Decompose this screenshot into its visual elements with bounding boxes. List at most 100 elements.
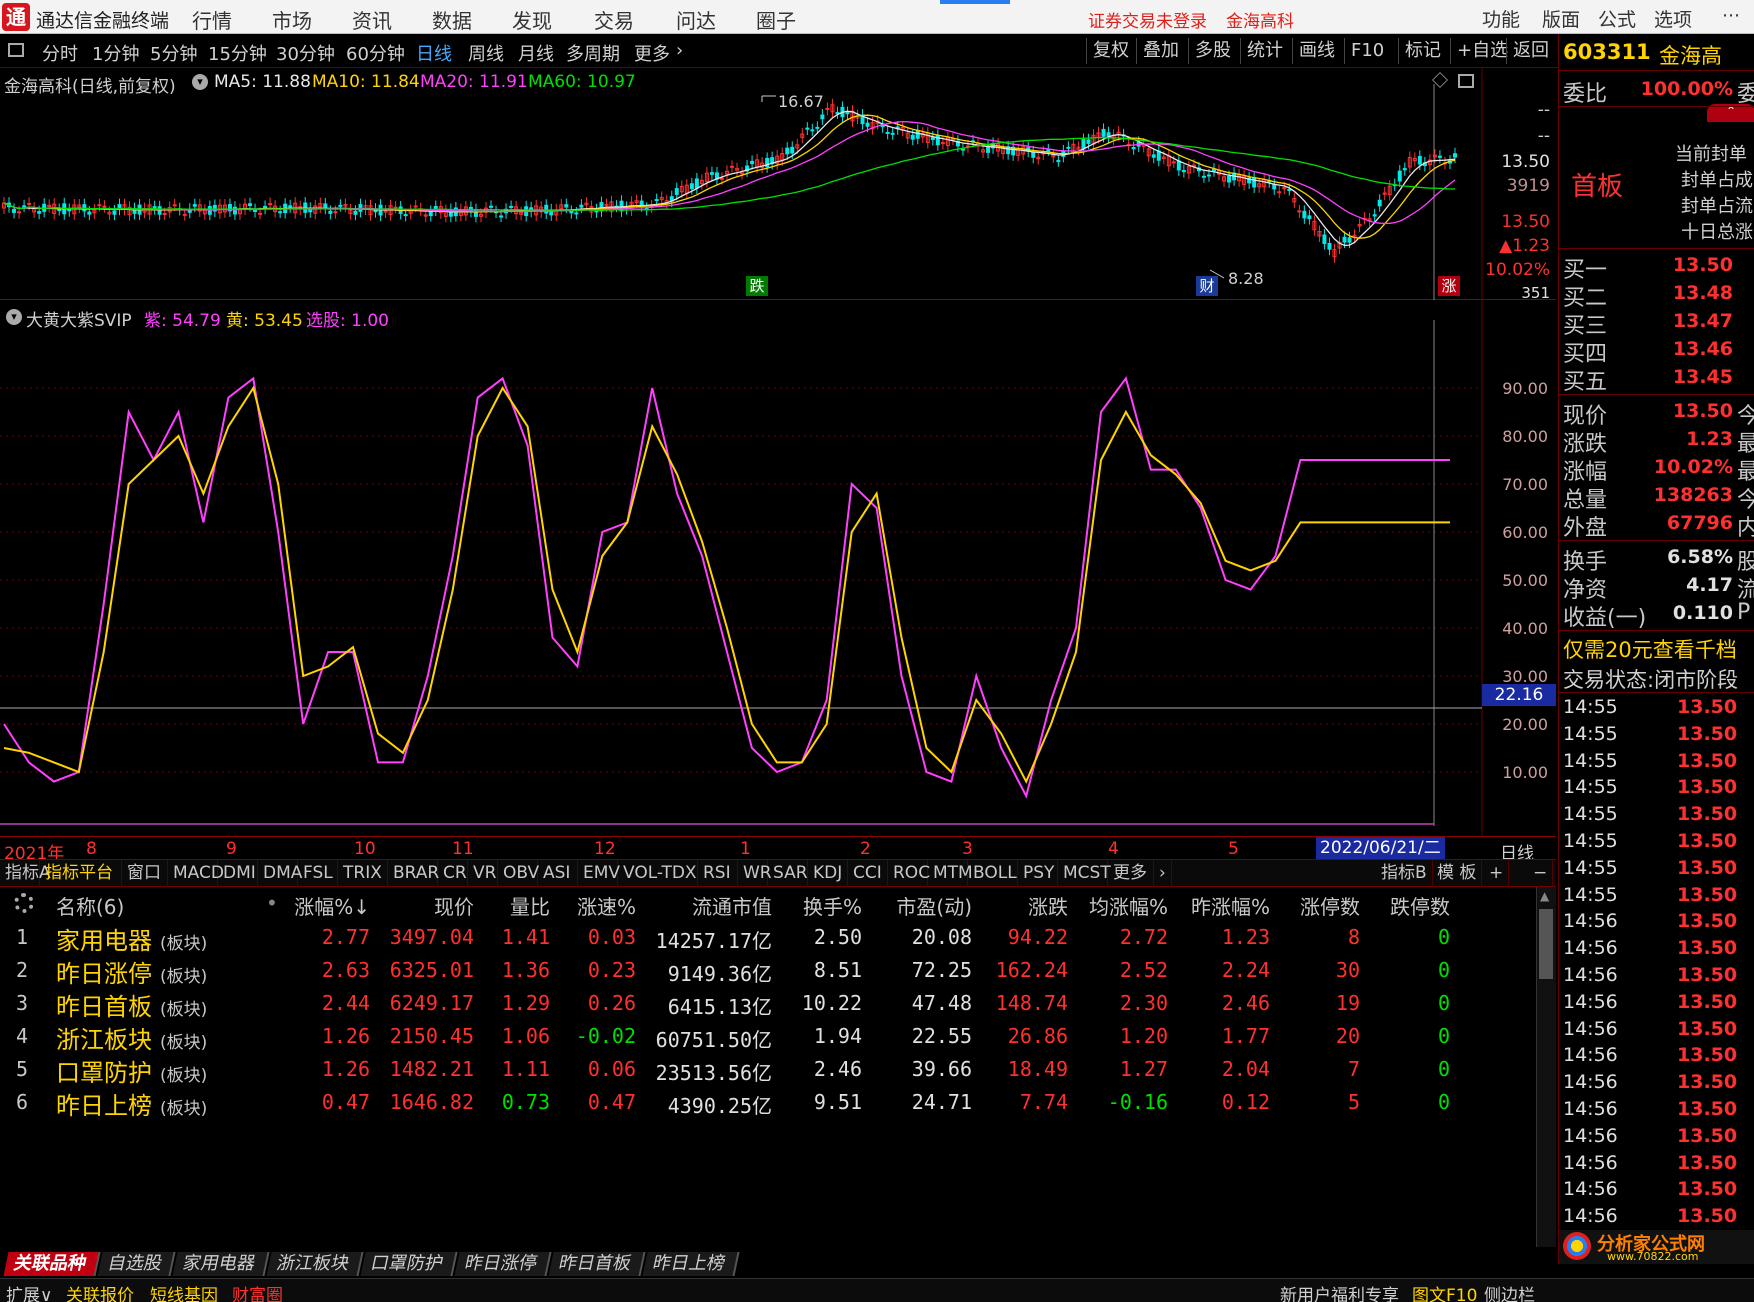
period-fenshi[interactable]: 分时 [42, 40, 78, 66]
tool-add-watchlist[interactable]: +自选 [1450, 38, 1514, 64]
indicator-tab-2[interactable]: 窗口 [122, 860, 168, 887]
indicator-tab-0[interactable]: 指标A [0, 860, 51, 887]
menu-wenda[interactable]: 问达 [676, 5, 716, 34]
tool-f10[interactable]: F10 [1344, 38, 1390, 64]
menu-faxian[interactable]: 发现 [512, 5, 552, 34]
indicator-tab-13[interactable]: EMV [578, 860, 620, 887]
header-col-3[interactable]: 涨速% [516, 891, 636, 920]
indicator-tab-11[interactable]: OBV [498, 860, 539, 887]
status-f10[interactable]: 图文F10 [1412, 1281, 1477, 1302]
row-name[interactable]: 昨日首板 [56, 987, 152, 1022]
status-expand[interactable]: 扩展∨ [6, 1281, 52, 1302]
indicator-tab-7[interactable]: TRIX [338, 860, 388, 887]
indicator-tab-4[interactable]: DMI [218, 860, 258, 887]
indicator-tab-16[interactable]: WR [738, 860, 772, 887]
status-related-quotes[interactable]: 关联报价 [66, 1281, 134, 1302]
indicator-tab-10[interactable]: VR [468, 860, 498, 887]
indicator-tab-21[interactable]: MTM [928, 860, 973, 887]
window-controls-icon[interactable]: ⋯ [1708, 0, 1754, 34]
period-1min[interactable]: 1分钟 [92, 40, 139, 66]
period-weekly[interactable]: 周线 [468, 40, 504, 66]
indicator-tab-3[interactable]: MACD [168, 860, 224, 887]
menu-hangqing[interactable]: 行情 [192, 5, 232, 34]
indicator-tab-17[interactable]: SAR [768, 860, 808, 887]
header-name[interactable]: 名称(6) [56, 891, 124, 920]
row-name[interactable]: 昨日涨停 [56, 954, 152, 989]
indicator-right-tab-1[interactable]: 模 板 [1432, 860, 1483, 887]
row-name[interactable]: 昨日上榜 [56, 1086, 152, 1121]
tool-back[interactable]: 返回 [1506, 38, 1555, 64]
menu-shuju[interactable]: 数据 [432, 5, 472, 34]
tab-scroll-right-icon[interactable]: › [1154, 860, 1172, 887]
table-row[interactable]: 3 昨日首板 (板块) 2.44 6249.17 1.29 0.26 6415.13亿 10.2… [0, 987, 1536, 1022]
period-daily[interactable]: 日线 [416, 40, 452, 66]
period-monthly[interactable]: 月线 [518, 40, 554, 66]
status-wealth-circle[interactable]: 财富圈 [232, 1281, 283, 1302]
table-row[interactable]: 2 昨日涨停 (板块) 2.63 6325.01 1.36 0.23 9149.36亿 8.51… [0, 954, 1536, 989]
tool-biaoji[interactable]: 标记 [1398, 38, 1447, 64]
indicator-tab-15[interactable]: RSI [698, 860, 738, 887]
bottom-tab-7[interactable]: 昨日上榜 [642, 1252, 740, 1276]
tool-diejia[interactable]: 叠加 [1136, 38, 1185, 64]
chevron-right-icon[interactable]: › [676, 40, 683, 61]
event-marker-finance[interactable]: 财 [1196, 276, 1218, 296]
table-scrollbar[interactable]: ▲ [1536, 887, 1556, 1247]
indicator-tab-8[interactable]: BRAR [388, 860, 439, 887]
indicator-tab-25[interactable]: 更多 [1108, 860, 1154, 887]
indicator-tab-23[interactable]: PSY [1018, 860, 1058, 887]
scroll-up-icon[interactable]: ▲ [1540, 889, 1549, 903]
status-sidebar[interactable]: 侧边栏 [1484, 1281, 1535, 1302]
indicator-tab-1[interactable]: 指标平台 [40, 860, 122, 887]
indicator-tab-19[interactable]: CCI [848, 860, 888, 887]
header-col-0[interactable]: 涨幅%↓ [250, 891, 370, 920]
menu-xuanxiang[interactable]: 选项 [1654, 5, 1692, 32]
header-col-5[interactable]: 换手% [742, 891, 862, 920]
indicator-tab-12[interactable]: ASI [538, 860, 578, 887]
row-name[interactable]: 家用电器 [56, 921, 152, 956]
tool-tongji[interactable]: 统计 [1240, 38, 1289, 64]
period-5min[interactable]: 5分钟 [150, 40, 197, 66]
event-marker-up[interactable]: 涨 [1438, 276, 1460, 296]
menu-jiaoyi[interactable]: 交易 [594, 5, 634, 34]
bottom-tab-0[interactable]: 关联品种 [3, 1252, 101, 1276]
table-row[interactable]: 5 口罩防护 (板块) 1.26 1482.21 1.11 0.06 23513.56亿 2.4… [0, 1053, 1536, 1088]
indicator-tab-20[interactable]: ROC [888, 860, 930, 887]
menu-quanzi[interactable]: 圈子 [756, 5, 796, 34]
login-warning[interactable]: 证券交易未登录 [1088, 7, 1207, 32]
bottom-tab-1[interactable]: 自选股 [97, 1252, 176, 1276]
indicator-tab-6[interactable]: FSL [298, 860, 338, 887]
menu-zixun[interactable]: 资讯 [352, 5, 392, 34]
indicator-tab-24[interactable]: MCST [1058, 860, 1111, 887]
promo-link[interactable]: 仅需20元查看千档 [1563, 634, 1737, 664]
period-60min[interactable]: 60分钟 [346, 40, 405, 66]
table-row[interactable]: 1 家用电器 (板块) 2.77 3497.04 1.41 0.03 14257.17亿 2.5… [0, 921, 1536, 956]
period-30min[interactable]: 30分钟 [276, 40, 335, 66]
bottom-tab-6[interactable]: 昨日首板 [548, 1252, 646, 1276]
bottom-tab-2[interactable]: 家用电器 [172, 1252, 270, 1276]
table-row[interactable]: 4 浙江板块 (板块) 1.26 2150.45 1.06 -0.02 60751.50亿 1.… [0, 1020, 1536, 1055]
indicator-tab-9[interactable]: CR [438, 860, 468, 887]
menu-shichang[interactable]: 市场 [272, 5, 312, 34]
period-more[interactable]: 更多 [634, 40, 670, 66]
row-name[interactable]: 口罩防护 [56, 1053, 152, 1088]
price-chart-svg[interactable]: 16.67 8.28 [0, 68, 1556, 300]
event-marker-down[interactable]: 跌 [746, 276, 768, 296]
bottom-tab-5[interactable]: 昨日涨停 [454, 1252, 552, 1276]
panel-toggle-icon[interactable] [8, 43, 24, 57]
bottom-tab-3[interactable]: 浙江板块 [266, 1252, 364, 1276]
indicator-right-tab-0[interactable]: 指标B [1376, 860, 1433, 887]
status-new-user[interactable]: 新用户福利专享 [1280, 1281, 1399, 1302]
indicator-right-tab-3[interactable]: − [1528, 860, 1554, 887]
indicator-tab-22[interactable]: BOLL [968, 860, 1018, 887]
indicator-right-tab-2[interactable]: + [1484, 860, 1510, 887]
indicator-tab-18[interactable]: KDJ [808, 860, 848, 887]
header-col-11[interactable]: 跌停数 [1330, 891, 1450, 920]
row-name[interactable]: 浙江板块 [56, 1020, 152, 1055]
period-15min[interactable]: 15分钟 [208, 40, 267, 66]
tool-huaxian[interactable]: 画线 [1292, 38, 1341, 64]
table-row[interactable]: 6 昨日上榜 (板块) 0.47 1646.82 0.73 0.47 4390.25亿 9.51… [0, 1086, 1536, 1121]
indicator-tab-5[interactable]: DMA [258, 860, 302, 887]
tool-fuquan[interactable]: 复权 [1086, 38, 1135, 64]
tool-duogu[interactable]: 多股 [1188, 38, 1237, 64]
indicator-chart[interactable]: 90.0080.0070.0060.0050.0040.0030.0020.00… [0, 300, 1556, 836]
